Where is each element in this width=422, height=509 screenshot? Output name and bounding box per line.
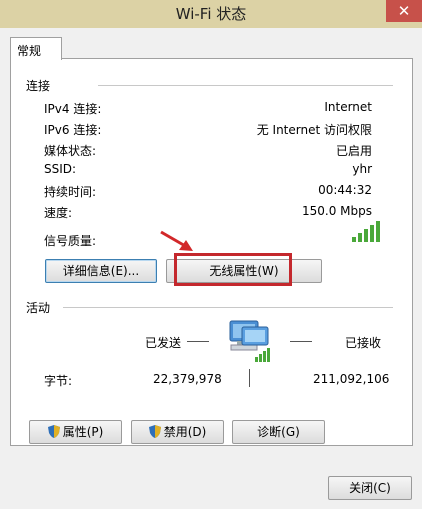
ipv6-value: 无 Internet 访问权限: [256, 123, 372, 137]
activity-divider: [63, 307, 393, 308]
red-arrow-icon: [160, 230, 193, 251]
shield-icon: [148, 425, 161, 438]
shield-icon: [47, 425, 60, 438]
media-state-value: 已启用: [335, 144, 372, 158]
red-highlight-box: [174, 253, 292, 286]
dialog-frame: 常规 连接 IPv4 连接: Internet IPv6 连接: 无 Inter…: [0, 28, 422, 509]
signal-quality-label: 信号质量:: [44, 234, 97, 248]
signal-bar-4: [370, 225, 374, 242]
ipv6-label: IPv6 连接:: [44, 123, 102, 137]
activity-separator: [249, 369, 250, 387]
properties-button[interactable]: 属性(P): [29, 420, 122, 444]
duration-label: 持续时间:: [44, 185, 97, 199]
connection-group-label: 连接: [26, 79, 51, 93]
title-bar: Wi-Fi 状态 ✕: [0, 0, 422, 29]
ipv4-value: Internet: [324, 100, 372, 114]
window-title: Wi-Fi 状态: [175, 5, 247, 23]
tab-panel: 连接 IPv4 连接: Internet IPv6 连接: 无 Internet…: [10, 58, 413, 446]
signal-bars-icon: [352, 221, 380, 242]
received-label: 已接收: [345, 336, 382, 350]
ssid-label: SSID:: [44, 162, 77, 176]
speed-value: 150.0 Mbps: [301, 204, 372, 218]
signal-bar-5: [376, 221, 380, 242]
signal-bar-2: [358, 233, 362, 242]
network-computer-icon: [229, 320, 270, 362]
bytes-received-value: 211,092,106: [313, 372, 390, 386]
bytes-label: 字节:: [44, 374, 73, 388]
window-close-button[interactable]: ✕: [386, 0, 422, 22]
ipv4-label: IPv4 连接:: [44, 102, 102, 116]
disable-button[interactable]: 禁用(D): [131, 420, 224, 444]
received-line: [290, 341, 312, 342]
sent-label: 已发送: [145, 336, 182, 350]
diagnose-button[interactable]: 诊断(G): [232, 420, 325, 444]
disable-button-label: 禁用(D): [163, 425, 207, 439]
tab-general-label: 常规: [17, 44, 42, 58]
duration-value: 00:44:32: [318, 183, 372, 197]
tab-general[interactable]: 常规: [10, 37, 62, 60]
activity-group-label: 活动: [26, 301, 51, 315]
ssid-value: yhr: [352, 162, 372, 176]
close-button[interactable]: 关闭(C): [328, 476, 412, 500]
sent-line: [187, 341, 209, 342]
properties-button-label: 属性(P): [62, 425, 104, 439]
speed-label: 速度:: [44, 206, 73, 220]
signal-bar-1: [352, 237, 356, 242]
signal-bar-3: [364, 229, 368, 242]
connection-divider: [98, 85, 393, 86]
bytes-sent-value: 22,379,978: [153, 372, 222, 386]
media-state-label: 媒体状态:: [44, 144, 97, 158]
details-button[interactable]: 详细信息(E)...: [45, 259, 157, 283]
